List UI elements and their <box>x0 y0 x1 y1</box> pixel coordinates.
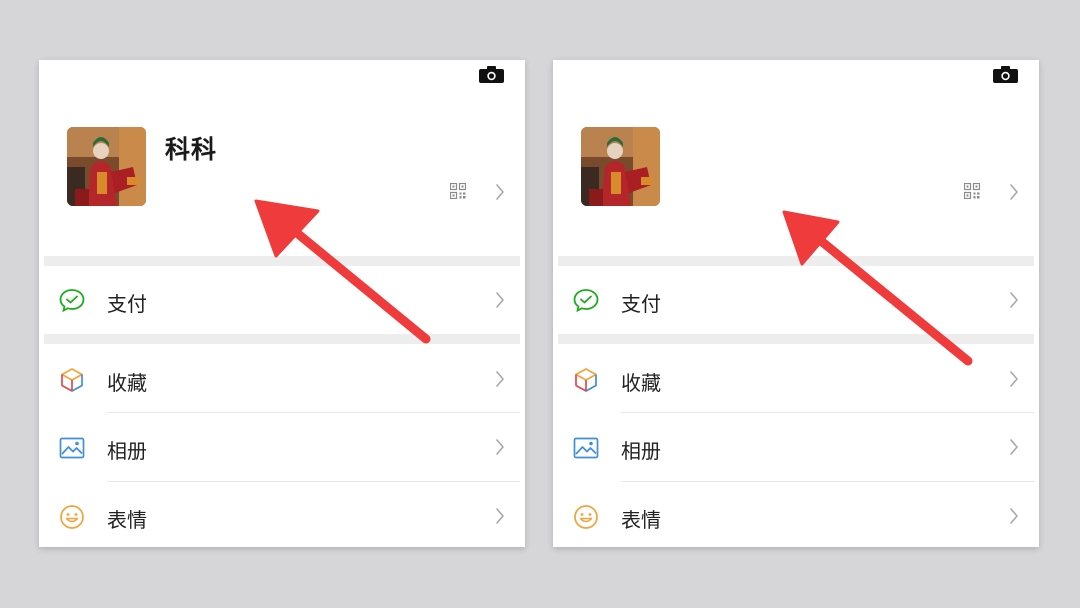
profile-panel-left: 科科 支付 收藏 相册 表情 <box>39 60 525 547</box>
chevron-right-icon <box>1010 371 1018 387</box>
menu-item-label: 相册 <box>621 439 661 463</box>
smiley-icon <box>60 505 84 529</box>
avatar[interactable] <box>67 127 146 206</box>
menu-item-label: 相册 <box>107 439 147 463</box>
album-image-icon <box>59 437 85 459</box>
chevron-right-icon <box>496 508 504 524</box>
section-gap <box>558 256 1034 266</box>
profile-header[interactable]: 科科 <box>39 60 525 256</box>
chevron-right-icon[interactable] <box>1009 183 1019 201</box>
menu-item-pay[interactable]: 支付 <box>39 266 525 334</box>
chevron-right-icon <box>496 439 504 455</box>
qr-code-icon[interactable] <box>450 183 466 199</box>
menu-item-label: 支付 <box>107 292 147 316</box>
menu-item-label: 表情 <box>107 508 147 532</box>
avatar-image <box>581 127 660 206</box>
menu-item-album[interactable]: 相册 <box>39 413 525 481</box>
chevron-right-icon <box>1010 508 1018 524</box>
smiley-icon <box>574 505 598 529</box>
wechat-pay-icon <box>573 289 599 313</box>
menu-item-stickers[interactable]: 表情 <box>39 482 525 547</box>
nickname: 科科 <box>165 135 218 164</box>
menu-item-label: 收藏 <box>621 371 661 395</box>
menu-item-favorites[interactable]: 收藏 <box>39 345 525 413</box>
menu-item-album[interactable]: 相册 <box>553 413 1039 481</box>
section-gap <box>44 256 520 266</box>
profile-header[interactable] <box>553 60 1039 256</box>
chevron-right-icon[interactable] <box>495 183 505 201</box>
avatar-image <box>67 127 146 206</box>
menu-item-favorites[interactable]: 收藏 <box>553 345 1039 413</box>
favorites-cube-icon <box>575 368 597 392</box>
avatar[interactable] <box>581 127 660 206</box>
album-image-icon <box>573 437 599 459</box>
favorites-cube-icon <box>61 368 83 392</box>
section-gap <box>558 334 1034 344</box>
menu-item-pay[interactable]: 支付 <box>553 266 1039 334</box>
menu-item-label: 收藏 <box>107 371 147 395</box>
comparison-stage: 科科 支付 收藏 相册 表情 支付 收藏 相册 表情 <box>0 0 1080 608</box>
menu-item-label: 支付 <box>621 292 661 316</box>
menu-item-label: 表情 <box>621 508 661 532</box>
chevron-right-icon <box>496 371 504 387</box>
qr-code-icon[interactable] <box>964 183 980 199</box>
wechat-pay-icon <box>59 289 85 313</box>
menu-item-stickers[interactable]: 表情 <box>553 482 1039 547</box>
profile-panel-right: 支付 收藏 相册 表情 <box>553 60 1039 547</box>
section-gap <box>44 334 520 344</box>
chevron-right-icon <box>1010 292 1018 308</box>
chevron-right-icon <box>496 292 504 308</box>
chevron-right-icon <box>1010 439 1018 455</box>
